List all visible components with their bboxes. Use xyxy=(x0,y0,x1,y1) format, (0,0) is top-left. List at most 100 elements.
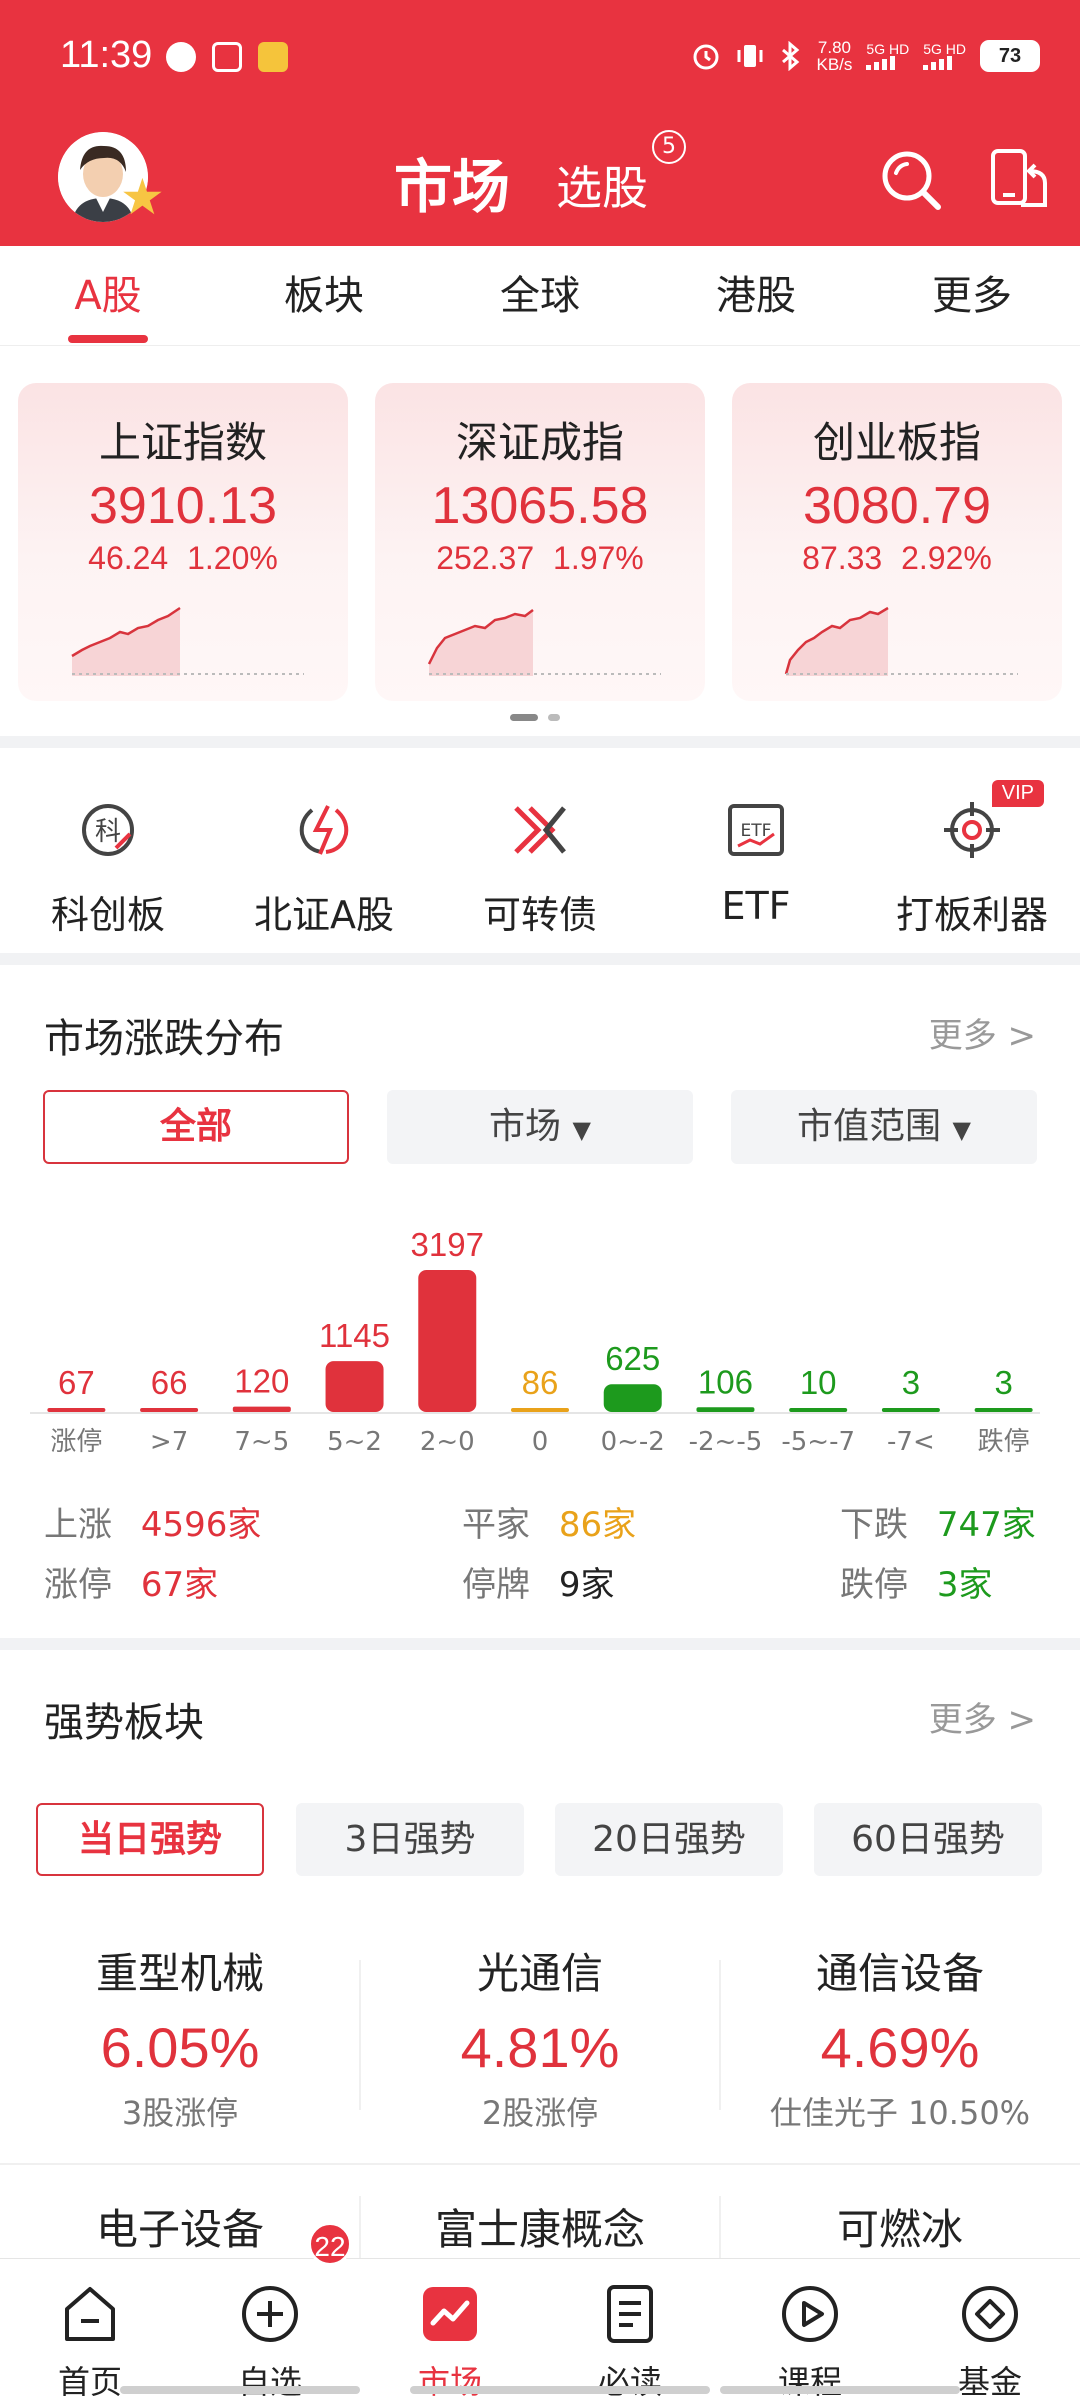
divider xyxy=(359,1960,361,2110)
chart-data-label: 106 xyxy=(698,1363,753,1400)
stock-picker-tab[interactable]: 选股 xyxy=(556,152,648,218)
distribution-more-link[interactable]: 更多 > xyxy=(929,1008,1036,1057)
battery-indicator: 73 xyxy=(980,40,1040,72)
filter-60day-strong[interactable]: 60日强势 xyxy=(814,1803,1042,1876)
divider xyxy=(0,1638,1080,1650)
tab-sectors[interactable]: 板块 xyxy=(216,246,432,345)
entry-etf[interactable]: ETF ETF xyxy=(648,758,864,953)
filter-20day-strong[interactable]: 20日强势 xyxy=(555,1803,783,1876)
signal-sim1: 5G HD xyxy=(866,42,909,70)
message-icon xyxy=(166,42,196,72)
filter-market-dropdown[interactable]: 市场 ▼ xyxy=(387,1090,693,1164)
nav-courses[interactable]: 课程 xyxy=(720,2259,900,2400)
stock-picker-badge: 5 xyxy=(652,130,686,164)
sector-card[interactable]: 重型机械 6.05% 3股涨停 xyxy=(0,1940,360,2134)
entry-star-market[interactable]: 科 科创板 xyxy=(0,758,216,953)
nav-watchlist[interactable]: 自选 xyxy=(180,2259,360,2400)
index-value: 13065.58 xyxy=(431,477,649,535)
search-icon[interactable] xyxy=(876,145,946,215)
nav-market[interactable]: 市场 xyxy=(360,2259,540,2400)
sector-card[interactable]: 可燃冰 xyxy=(720,2196,1080,2257)
stat-limit-up-value: 67家 xyxy=(140,1565,219,1605)
app-notification-icon xyxy=(212,42,242,72)
entry-beijing-a[interactable]: 北证A股 xyxy=(216,758,432,953)
chart-data-label: 625 xyxy=(605,1340,660,1377)
chart-bar xyxy=(696,1407,755,1412)
chart-data-label: 66 xyxy=(151,1364,188,1401)
nav-home[interactable]: 首页 xyxy=(0,2259,180,2400)
index-name: 创业板指 xyxy=(812,418,981,467)
entry-convertible[interactable]: 可转债 xyxy=(432,758,648,953)
filter-all[interactable]: 全部 xyxy=(43,1090,349,1164)
chevron-down-icon: ▼ xyxy=(952,1116,971,1144)
bluetooth-icon xyxy=(781,41,799,71)
divider xyxy=(0,2163,1080,2165)
strong-more-link[interactable]: 更多 > xyxy=(929,1692,1036,1741)
divider xyxy=(719,1960,721,2110)
bottom-nav: 首页 自选 市场 必读 课程 基金 xyxy=(0,2258,1080,2400)
filter-today-strong[interactable]: 当日强势 xyxy=(36,1803,264,1876)
index-sparkline xyxy=(427,609,661,676)
sector-change: 4.69% xyxy=(820,2016,980,2079)
stat-flat-value: 86家 xyxy=(558,1505,637,1545)
stat-halt-value: 9家 xyxy=(558,1565,615,1605)
stat-halt-label: 停牌 xyxy=(462,1565,530,1605)
sector-name: 可燃冰 xyxy=(836,2205,963,2254)
nav-funds[interactable]: 基金 xyxy=(900,2259,1080,2400)
entry-limit-up-tool[interactable]: VIP 打板利器 xyxy=(864,758,1080,953)
stat-down-value: 747家 xyxy=(936,1505,1036,1545)
section-title-distribution: 市场涨跌分布 xyxy=(44,1016,284,1062)
chart-category-label: >7 xyxy=(150,1427,188,1457)
gesture-bar xyxy=(410,2386,710,2394)
filter-3day-strong[interactable]: 3日强势 xyxy=(296,1803,524,1876)
chart-bar xyxy=(603,1384,662,1412)
index-card-chinext[interactable]: 创业板指 3080.79 87.33 2.92% xyxy=(732,383,1062,701)
index-change: 87.33 xyxy=(802,540,883,576)
kechuang-icon: 科 xyxy=(82,804,134,856)
chart-category-label: 跌停 xyxy=(978,1427,1030,1457)
tab-more[interactable]: 更多 xyxy=(864,246,1080,345)
index-card-shanghai[interactable]: 上证指数 3910.13 46.24 1.20% xyxy=(18,383,348,701)
switch-device-icon[interactable] xyxy=(985,145,1055,215)
tab-global[interactable]: 全球 xyxy=(432,246,648,345)
add-watchlist-icon xyxy=(242,2286,298,2342)
gesture-bar xyxy=(120,2386,360,2394)
sector-card[interactable]: 通信设备 4.69% 仕佳光子 10.50% xyxy=(720,1940,1080,2134)
stat-flat-label: 平家 xyxy=(462,1505,530,1545)
nav-must-read[interactable]: 必读 xyxy=(540,2259,720,2400)
index-change-pct: 1.97% xyxy=(553,540,644,576)
chart-bar xyxy=(511,1408,569,1412)
vip-badge: VIP xyxy=(991,780,1044,807)
tab-a-shares[interactable]: A股 xyxy=(0,246,216,345)
chart-data-label: 10 xyxy=(800,1364,837,1401)
status-time: 11:39 xyxy=(60,34,153,76)
chart-bar xyxy=(418,1270,477,1412)
star-icon: ★ xyxy=(120,168,165,226)
distribution-chart: 67 涨停 66 >7 120 7~5 1145 5~2 3197 2~0 86 0 625 0~-2 10… xyxy=(30,1226,1040,1457)
sector-card[interactable]: 电子设备 xyxy=(0,2196,360,2257)
index-cards: 上证指数 3910.13 46.24 1.20% 深证成指 13065.58 2… xyxy=(18,383,1062,701)
chart-bar xyxy=(789,1408,848,1412)
tab-hk-shares[interactable]: 港股 xyxy=(648,246,864,345)
document-icon xyxy=(607,2285,653,2343)
filter-cap-dropdown[interactable]: 市值范围 ▼ xyxy=(731,1090,1037,1164)
sector-name: 电子设备 xyxy=(95,2205,264,2254)
divider xyxy=(359,2196,361,2258)
gesture-bar xyxy=(720,2386,960,2394)
svg-text:科: 科 xyxy=(95,817,121,847)
sector-card[interactable]: 光通信 4.81% 2股涨停 xyxy=(360,1940,720,2134)
chart-data-label: 3 xyxy=(994,1364,1012,1401)
signal-sim2: 5G HD xyxy=(923,42,966,70)
market-icon xyxy=(423,2287,477,2341)
index-card-shenzhen[interactable]: 深证成指 13065.58 252.37 1.97% xyxy=(375,383,705,701)
sector-change: 4.81% xyxy=(460,2016,620,2079)
page-title: 市场 xyxy=(394,153,511,221)
chart-bar xyxy=(232,1406,291,1412)
carousel-dots xyxy=(510,714,560,721)
chart-category-label: 7~5 xyxy=(234,1427,289,1457)
sector-card[interactable]: 富士康概念 xyxy=(360,2196,720,2257)
stat-limit-down-label: 跌停 xyxy=(840,1565,908,1605)
chart-data-label: 3 xyxy=(902,1364,920,1401)
chart-bar xyxy=(325,1361,384,1412)
stat-up-value: 4596家 xyxy=(140,1505,262,1545)
